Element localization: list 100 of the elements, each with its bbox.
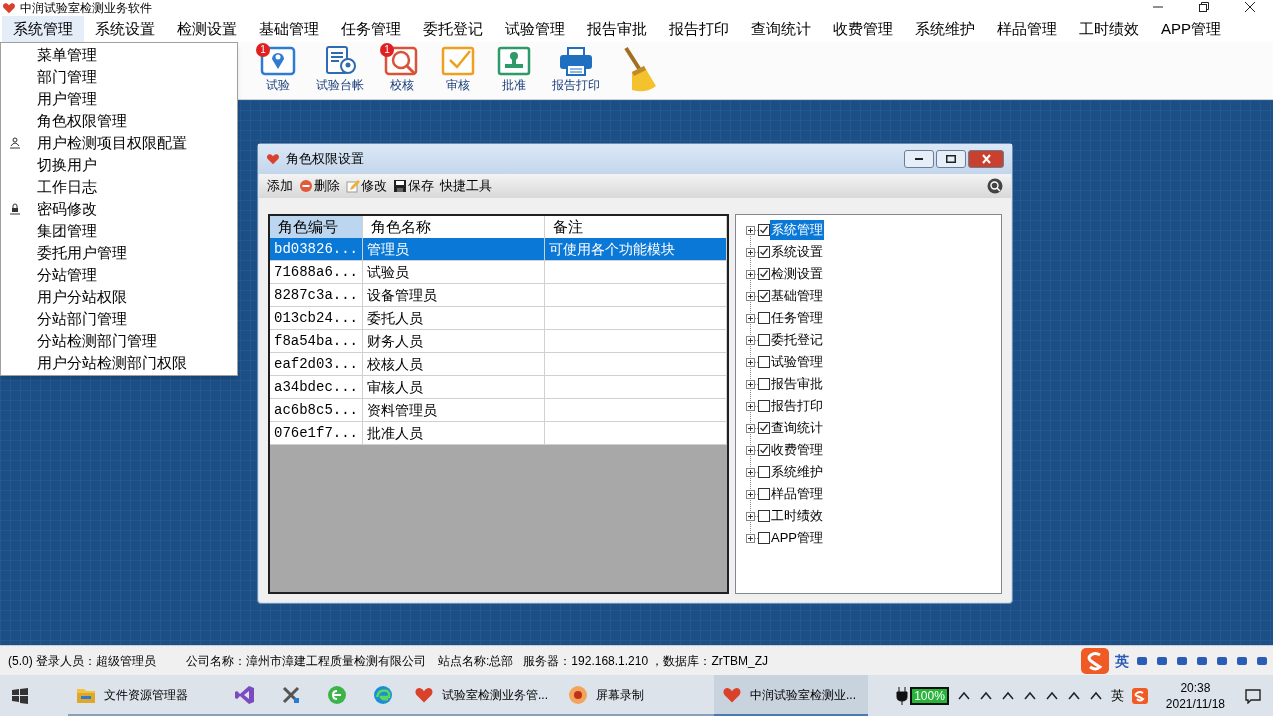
expand-icon[interactable] <box>746 313 755 323</box>
toolbar-button[interactable]: 保存 <box>393 176 434 196</box>
menu-item[interactable]: 分站部门管理 <box>37 308 127 330</box>
tree-item[interactable]: 检测设置 <box>770 264 824 284</box>
tree-item[interactable]: 系统管理 <box>770 220 824 240</box>
expand-icon[interactable] <box>746 291 755 301</box>
menu-item[interactable]: 用户检测项目权限配置 <box>37 132 187 154</box>
menu-item[interactable]: 集团管理 <box>37 220 97 242</box>
tree-item[interactable]: 系统维护 <box>770 462 824 482</box>
menu-item[interactable]: 委托登记 <box>412 16 494 42</box>
taskbar-button[interactable]: 试验室检测业务管... <box>406 675 560 716</box>
menu-item[interactable]: 报告打印 <box>658 16 740 42</box>
menu-item[interactable]: 系统管理 <box>2 16 84 42</box>
menu-item[interactable]: 报告审批 <box>576 16 658 42</box>
menu-item[interactable]: 工作日志 <box>37 176 97 198</box>
tree-item[interactable]: 收费管理 <box>770 440 824 460</box>
tree-item[interactable]: 报告审批 <box>770 374 824 394</box>
checkbox[interactable] <box>758 290 770 302</box>
expand-icon[interactable] <box>746 489 755 499</box>
menu-item[interactable]: 部门管理 <box>37 66 97 88</box>
ime-logo-icon[interactable] <box>1081 648 1109 674</box>
column-header[interactable]: 角色编号 <box>270 216 363 238</box>
menu-item[interactable]: 分站管理 <box>37 264 97 286</box>
table-row[interactable]: 076e1f7... 批准人员 <box>270 422 727 445</box>
expand-icon[interactable] <box>746 379 755 389</box>
windows-start-icon[interactable] <box>12 687 28 704</box>
menu-item[interactable]: 菜单管理 <box>37 44 97 66</box>
toolbar-button[interactable]: 校核 1 <box>382 45 422 93</box>
checkbox[interactable] <box>758 400 770 412</box>
minimize-button[interactable] <box>904 150 934 168</box>
checkbox[interactable] <box>758 334 770 346</box>
menu-item[interactable]: 系统维护 <box>904 16 986 42</box>
toolbar-button[interactable]: 快捷工具 <box>440 176 492 196</box>
tree-item[interactable]: 委托登记 <box>770 330 824 350</box>
menu-item[interactable]: 工时绩效 <box>1068 16 1150 42</box>
table-row[interactable]: f8a54ba... 财务人员 <box>270 330 727 353</box>
toolbar-button[interactable]: 试验台帐 <box>314 45 366 93</box>
checkbox[interactable] <box>758 246 770 258</box>
table-row[interactable]: eaf2d03... 校核人员 <box>270 353 727 376</box>
tree-item[interactable]: 样品管理 <box>770 484 824 504</box>
toolbar-button[interactable]: 审核 <box>438 45 478 93</box>
ime-language[interactable]: 英 <box>1115 650 1129 672</box>
menu-item[interactable]: 用户管理 <box>37 88 97 110</box>
table-row[interactable]: bd03826... 管理员 可使用各个功能模块 <box>270 238 727 261</box>
menu-item[interactable]: 查询统计 <box>740 16 822 42</box>
menu-item[interactable]: 试验管理 <box>494 16 576 42</box>
table-row[interactable]: a34bdec... 审核人员 <box>270 376 727 399</box>
checkbox[interactable] <box>758 422 770 434</box>
expand-icon[interactable] <box>746 247 755 257</box>
checkbox[interactable] <box>758 268 770 280</box>
tree-item[interactable]: 任务管理 <box>770 308 824 328</box>
checkbox[interactable] <box>758 510 770 522</box>
tree-item[interactable]: 系统设置 <box>770 242 824 262</box>
menu-item[interactable]: 用户分站检测部门权限 <box>37 352 187 374</box>
tree-item[interactable]: 试验管理 <box>770 352 824 372</box>
menu-item[interactable]: 样品管理 <box>986 16 1068 42</box>
taskbar-button[interactable]: 文件资源管理器 <box>68 675 222 716</box>
tree-item[interactable]: 基础管理 <box>770 286 824 306</box>
expand-icon[interactable] <box>746 467 755 477</box>
toolbar-button[interactable]: 删除 <box>299 176 340 196</box>
table-row[interactable]: 71688a6... 试验员 <box>270 261 727 284</box>
tree-item[interactable]: 查询统计 <box>770 418 824 438</box>
zoom-icon[interactable] <box>987 178 1003 194</box>
menu-item[interactable]: 切换用户 <box>37 154 97 176</box>
checkbox[interactable] <box>758 356 770 368</box>
menu-item[interactable]: 基础管理 <box>248 16 330 42</box>
tree-item[interactable]: APP管理 <box>770 528 824 548</box>
notification-icon[interactable] <box>1245 687 1261 704</box>
expand-icon[interactable] <box>746 225 755 235</box>
menu-item[interactable]: 用户分站权限 <box>37 286 127 308</box>
ime-logo-icon[interactable] <box>1131 687 1148 704</box>
menu-item[interactable]: APP管理 <box>1150 16 1232 42</box>
expand-icon[interactable] <box>746 511 755 521</box>
tree-item[interactable]: 工时绩效 <box>770 506 824 526</box>
checkbox[interactable] <box>758 378 770 390</box>
menu-item[interactable]: 分站检测部门管理 <box>37 330 157 352</box>
table-row[interactable]: ac6b8c5... 资料管理员 <box>270 399 727 422</box>
checkbox[interactable] <box>758 224 770 236</box>
checkbox[interactable] <box>758 532 770 544</box>
power-plug-icon[interactable] <box>896 686 909 705</box>
menu-item[interactable]: 检测设置 <box>166 16 248 42</box>
maximize-button[interactable] <box>936 150 966 168</box>
expand-icon[interactable] <box>746 533 755 543</box>
toolbar-button[interactable]: 报告打印 <box>550 45 602 93</box>
table-row[interactable]: 013cb24... 委托人员 <box>270 307 727 330</box>
menu-item[interactable]: 任务管理 <box>330 16 412 42</box>
taskbar-button[interactable]: 中润试验室检测业... <box>714 675 868 716</box>
tree-item[interactable]: 报告打印 <box>770 396 824 416</box>
expand-icon[interactable] <box>746 269 755 279</box>
toolbar-button[interactable]: 修改 <box>346 176 387 196</box>
expand-icon[interactable] <box>746 401 755 411</box>
input-language[interactable]: 英 <box>1110 685 1124 706</box>
expand-icon[interactable] <box>746 335 755 345</box>
checkbox[interactable] <box>758 488 770 500</box>
expand-icon[interactable] <box>746 357 755 367</box>
menu-item[interactable]: 系统设置 <box>84 16 166 42</box>
toolbar-button[interactable]: 试验 1 <box>258 45 298 93</box>
checkbox[interactable] <box>758 466 770 478</box>
checkbox[interactable] <box>758 444 770 456</box>
menu-item[interactable]: 收费管理 <box>822 16 904 42</box>
